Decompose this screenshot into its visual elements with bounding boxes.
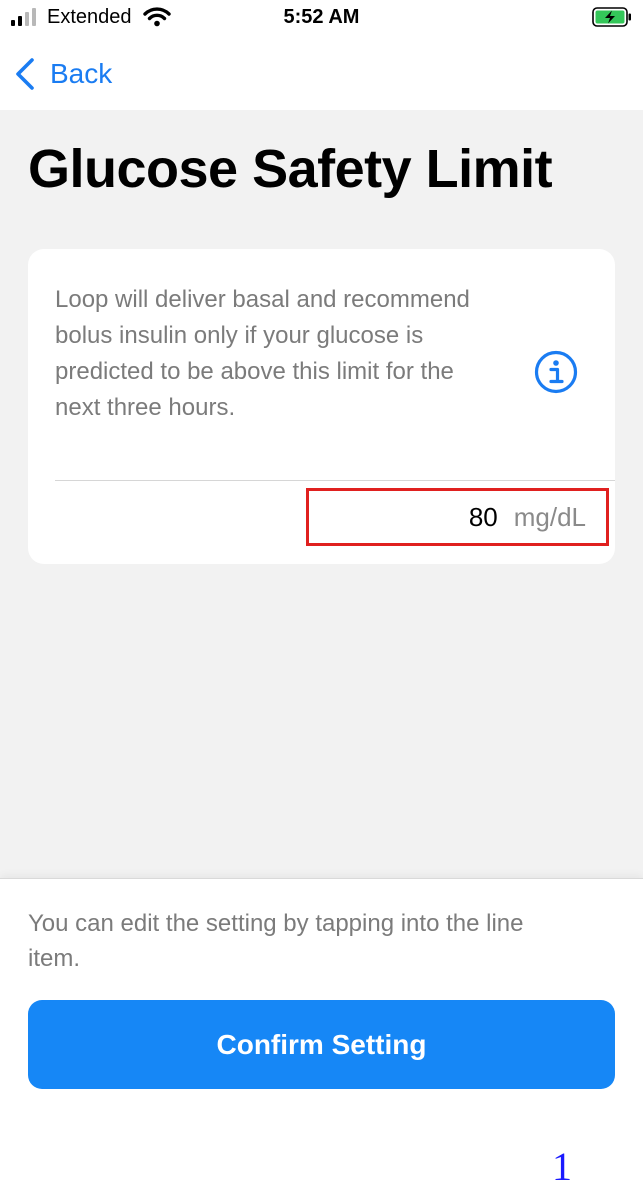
setting-description: Loop will deliver basal and recommend bo… [55,286,470,421]
chevron-left-icon [16,58,34,90]
back-label: Back [50,58,113,89]
glucose-limit-value-field[interactable]: 80 mg/dL [306,488,609,546]
card-divider [55,480,615,481]
glucose-limit-value: 80 [468,501,498,532]
battery-charging-icon [592,7,631,27]
navigation-bar: Back [0,36,643,110]
edit-hint-text: You can edit the setting by tapping into… [28,910,524,972]
status-time: 5:52 AM [283,6,360,28]
back-button[interactable]: Back [14,54,112,94]
confirm-setting-button[interactable]: Confirm Setting [28,1000,615,1089]
info-icon[interactable] [533,349,579,395]
setting-card: Loop will deliver basal and recommend bo… [28,249,615,564]
status-bar: Extended 5:52 AM [0,0,643,36]
page-title: Glucose Safety Limit [28,139,553,199]
glucose-limit-unit: mg/dL [513,501,586,532]
bottom-panel: You can edit the setting by tapping into… [0,878,643,1201]
step-marker: 1 [552,1144,572,1189]
